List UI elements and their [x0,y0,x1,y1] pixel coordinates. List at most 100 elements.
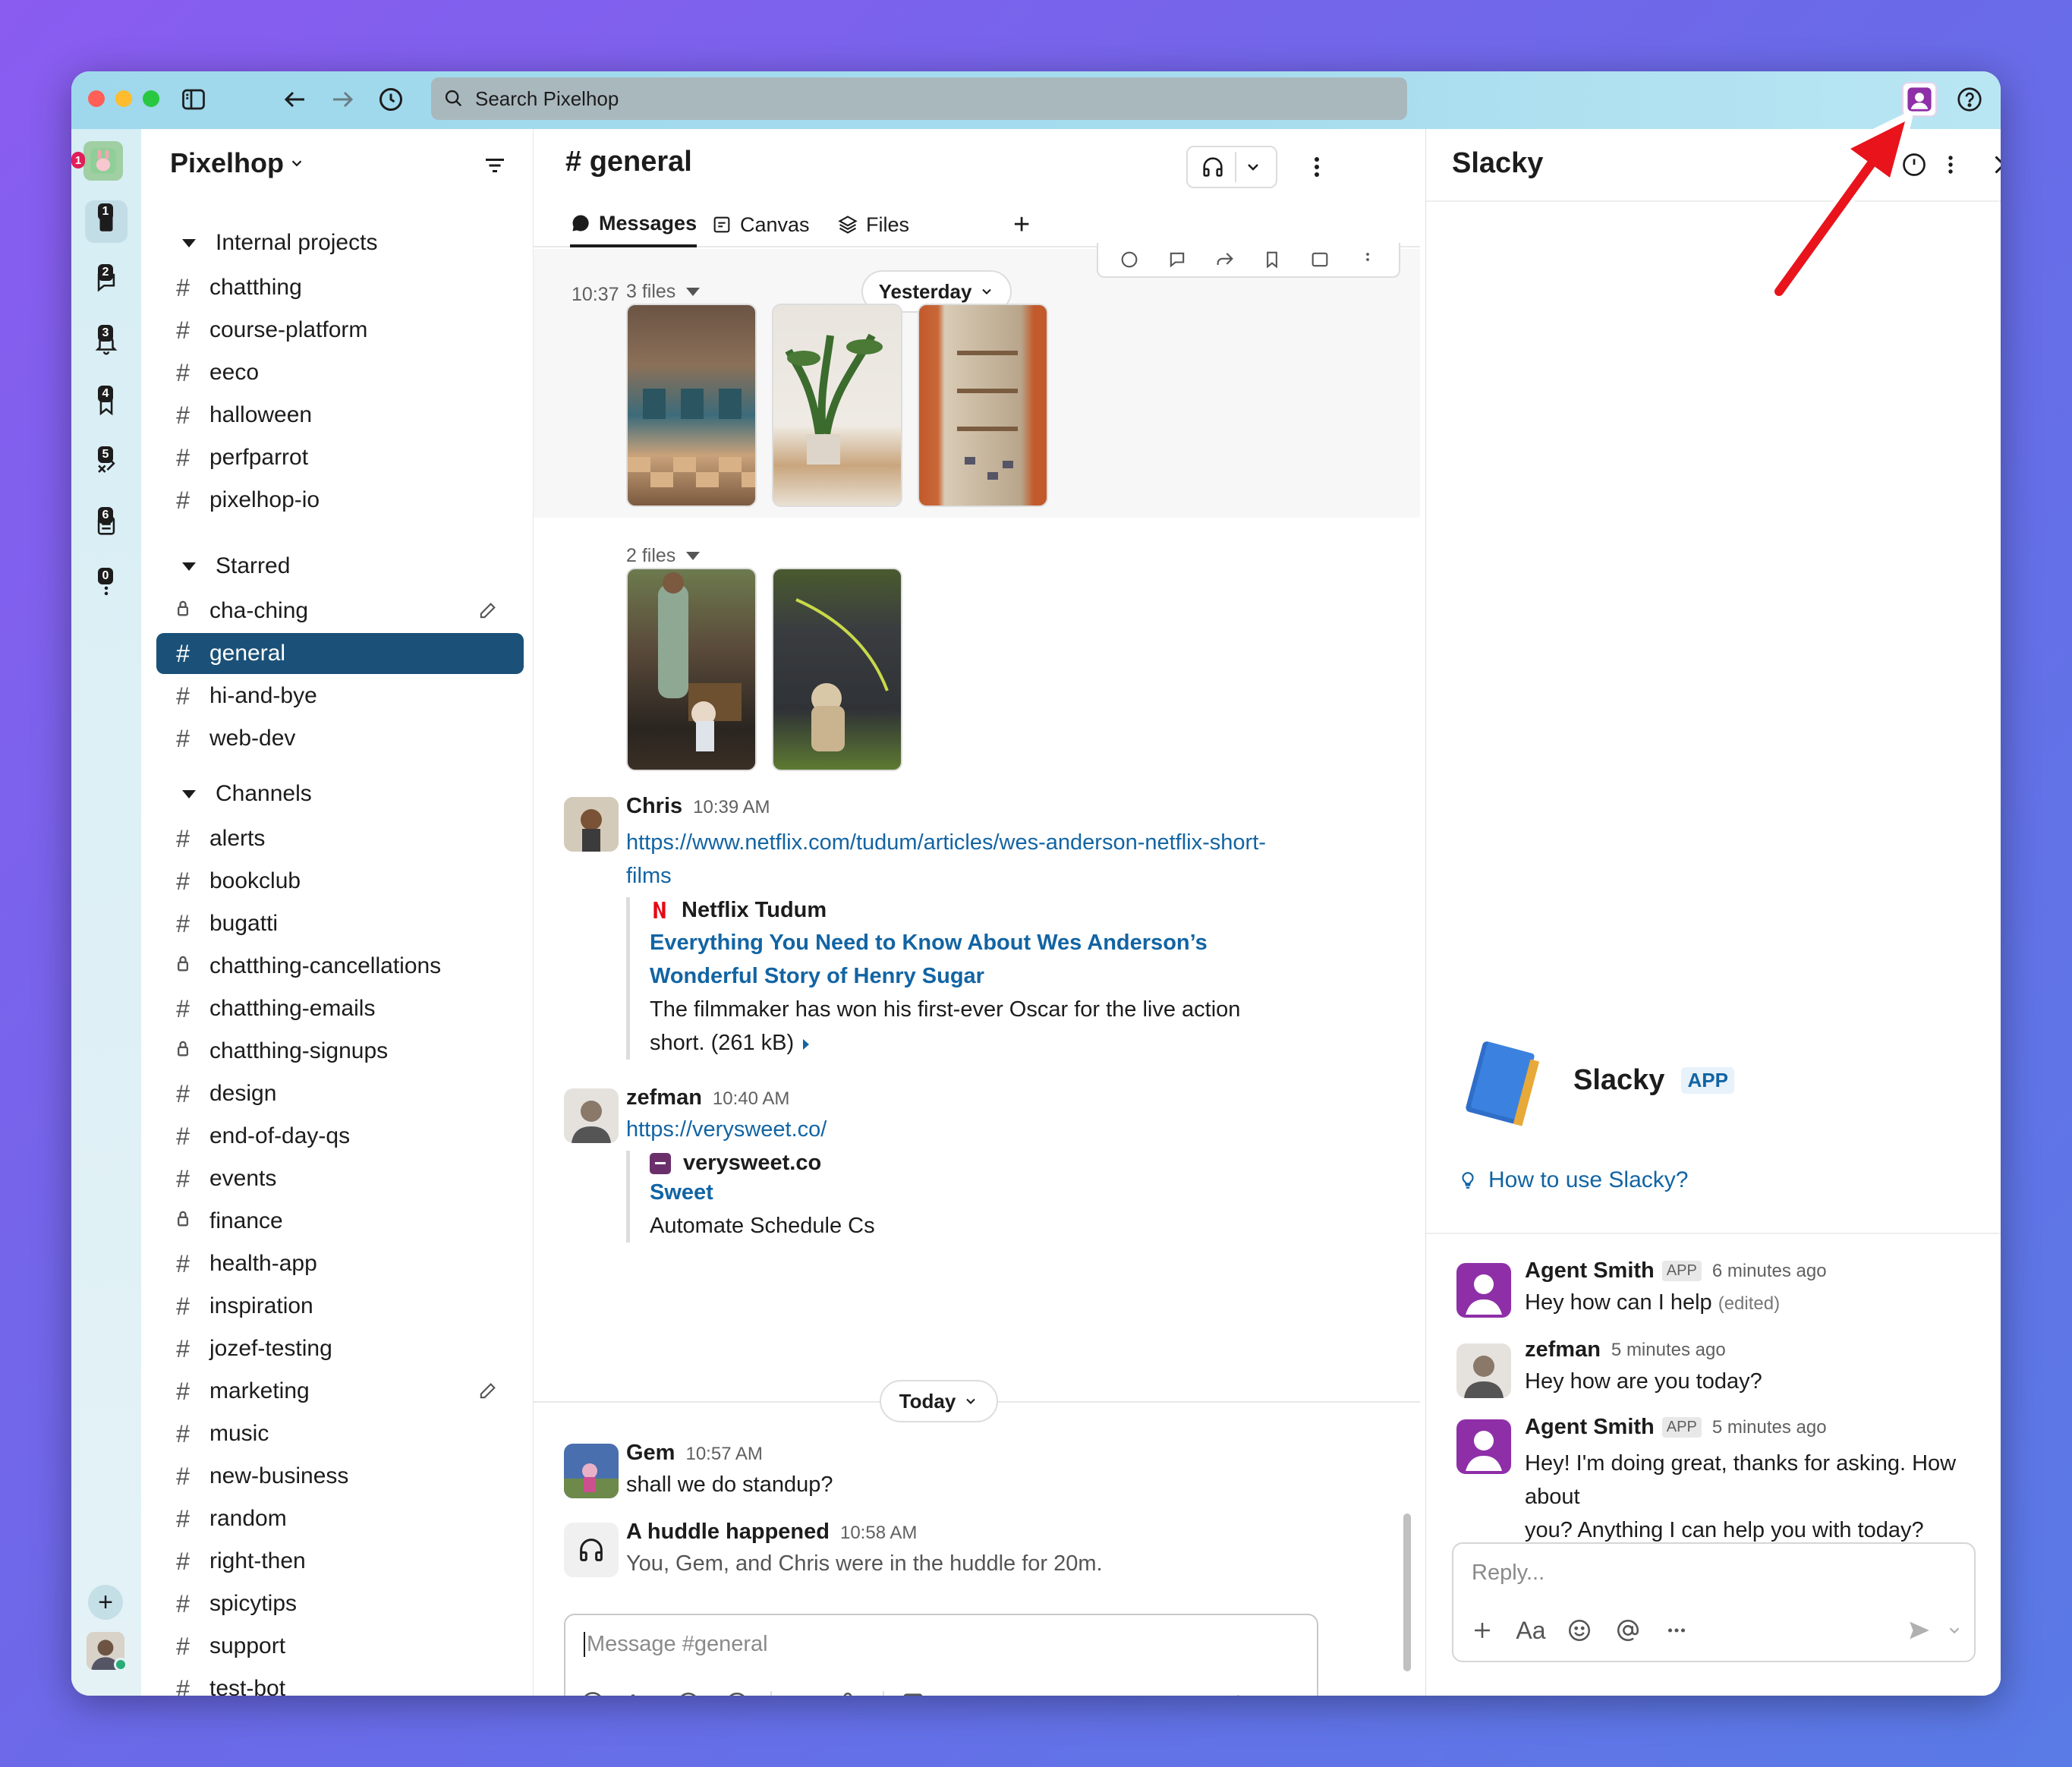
sidebar-item-pixelhop-io[interactable]: # pixelhop-io [156,480,524,521]
expand-triangle-icon[interactable] [803,1039,810,1050]
sender-name[interactable]: zefman [1525,1337,1601,1362]
apps-icon[interactable] [1309,249,1330,270]
zefman-avatar[interactable] [564,1088,619,1143]
message-time[interactable]: 10:40 AM [713,1088,789,1109]
close-panel-icon[interactable] [1988,149,2001,181]
close-window-button[interactable] [88,90,105,107]
sidebar-item-health-app[interactable]: # health-app [156,1243,524,1284]
sender-name[interactable]: Agent Smith [1525,1258,1655,1284]
emoji-reaction-icon[interactable] [1119,249,1140,270]
sidebar-toggle-icon[interactable] [178,83,209,115]
more-actions-icon[interactable] [1357,249,1378,270]
sidebar-item-design[interactable]: # design [156,1073,524,1114]
channel-more-icon[interactable] [1302,149,1332,185]
sidebar-item-bookclub[interactable]: # bookclub [156,861,524,902]
sidebar-item-cha-ching[interactable]: cha-ching [156,591,524,632]
sidebar-item-right-then[interactable]: # right-then [156,1541,524,1582]
image-thumbnail[interactable] [626,568,757,771]
gem-avatar[interactable] [564,1444,619,1498]
mention-icon[interactable] [1613,1615,1643,1646]
sidebar-item-chatthing-signups[interactable]: chatthing-signups [156,1031,524,1072]
sidebar-item-halloween[interactable]: # halloween [156,395,524,436]
rail-lists-button[interactable]: 6 [85,504,128,546]
emoji-icon[interactable] [1564,1615,1595,1646]
sidebar-item-perfparrot[interactable]: # perfparrot [156,437,524,478]
workspace-logo[interactable] [83,141,123,181]
sidebar-item-test-bot[interactable]: # test-bot [156,1668,524,1696]
feed-scrollbar[interactable] [1403,1513,1411,1671]
message-time[interactable]: 5 minutes ago [1611,1340,1726,1361]
minimize-window-button[interactable] [115,90,132,107]
formatting-toggle[interactable]: Aa [1516,1615,1546,1646]
sidebar-item-bugatti[interactable]: # bugatti [156,903,524,944]
message-time[interactable]: 10:39 AM [693,797,770,817]
reply-thread-icon[interactable] [1167,249,1188,270]
rail-home-button[interactable]: 1 [85,200,128,243]
send-icon[interactable] [1232,1688,1262,1696]
sidebar-item-inspiration[interactable]: # inspiration [156,1286,524,1327]
sidebar-item-chatthing-emails[interactable]: # chatthing-emails [156,988,524,1029]
message-input[interactable]: Message #general [584,1632,1297,1657]
filter-icon[interactable] [478,149,512,182]
send-options-chevron-icon[interactable] [1939,1615,1970,1646]
preview-title[interactable]: Sweet [650,1176,1309,1209]
message-time[interactable]: 5 minutes ago [1712,1417,1827,1438]
help-icon[interactable] [1954,83,1985,115]
sidebar-item-new-business[interactable]: # new-business [156,1456,524,1497]
bookmark-icon[interactable] [1261,249,1283,270]
message-time[interactable]: 10:57 AM [685,1444,762,1464]
emoji-icon[interactable] [673,1688,704,1696]
sidebar-item-chatthing-cancellations[interactable]: chatthing-cancellations [156,946,524,987]
sidebar-item-web-dev[interactable]: # web-dev [156,718,524,759]
forward-icon[interactable] [1214,249,1236,270]
sidebar-item-marketing[interactable]: # marketing [156,1371,524,1412]
image-thumbnail[interactable] [772,304,902,507]
agent-smith-avatar[interactable] [1456,1263,1511,1318]
section-starred[interactable]: Starred [175,550,290,583]
rail-more-button[interactable]: 0 [85,565,128,607]
image-thumbnail[interactable] [772,568,902,771]
chris-avatar[interactable] [564,797,619,852]
panel-more-icon[interactable] [1935,149,1967,181]
formatting-toggle[interactable]: Aa [625,1688,655,1696]
tab-canvas[interactable]: Canvas [711,202,810,247]
attach-plus-icon[interactable] [1467,1615,1497,1646]
sidebar-item-finance[interactable]: finance [156,1201,524,1242]
add-tab-button[interactable]: + [1013,202,1030,247]
sidebar-item-chatthing[interactable]: # chatthing [156,267,524,308]
huddle-button[interactable] [1186,146,1277,188]
tab-files[interactable]: Files [837,202,909,247]
send-options-chevron-icon[interactable] [1273,1688,1303,1696]
more-options-icon[interactable] [1661,1615,1692,1646]
add-workspace-button[interactable]: + [88,1585,123,1620]
microphone-icon[interactable] [833,1688,863,1696]
slash-command-icon[interactable] [898,1688,928,1696]
tab-messages[interactable]: Messages [570,202,697,247]
rail-files-button[interactable]: 5 [85,443,128,486]
netflix-link[interactable]: https://www.netflix.com/tudum/articles/w… [626,826,1266,893]
verysweet-link[interactable]: https://verysweet.co/ [626,1117,827,1142]
sidebar-item-course-platform[interactable]: # course-platform [156,310,524,351]
rail-later-button[interactable]: 4 [85,383,128,425]
sidebar-item-hi-and-bye[interactable]: # hi-and-bye [156,676,524,717]
search-bar[interactable]: Search Pixelhop [431,77,1407,120]
image-thumbnail[interactable] [626,304,757,507]
attach-plus-icon[interactable] [578,1688,608,1696]
section-channels[interactable]: Channels [175,777,312,811]
sidebar-item-music[interactable]: # music [156,1413,524,1454]
agent-smith-avatar[interactable] [1456,1419,1511,1474]
files-group-toggle[interactable]: 2 files [626,545,701,567]
history-clock-icon[interactable] [375,83,407,115]
gem-name[interactable]: Gem [626,1441,675,1465]
send-icon[interactable] [1904,1615,1935,1646]
back-arrow-icon[interactable] [279,83,311,115]
sidebar-item-jozef-testing[interactable]: # jozef-testing [156,1328,524,1369]
files-group-toggle[interactable]: 3 files [626,281,701,303]
section-internal-projects[interactable]: Internal projects [175,226,377,260]
sidebar-item-support[interactable]: # support [156,1626,524,1667]
rail-messages-button[interactable]: 2 [85,261,128,304]
workspace-name[interactable]: Pixelhop [170,147,305,179]
zefman-avatar[interactable] [1456,1343,1511,1398]
chris-name[interactable]: Chris [626,794,682,818]
sidebar-item-alerts[interactable]: # alerts [156,818,524,859]
